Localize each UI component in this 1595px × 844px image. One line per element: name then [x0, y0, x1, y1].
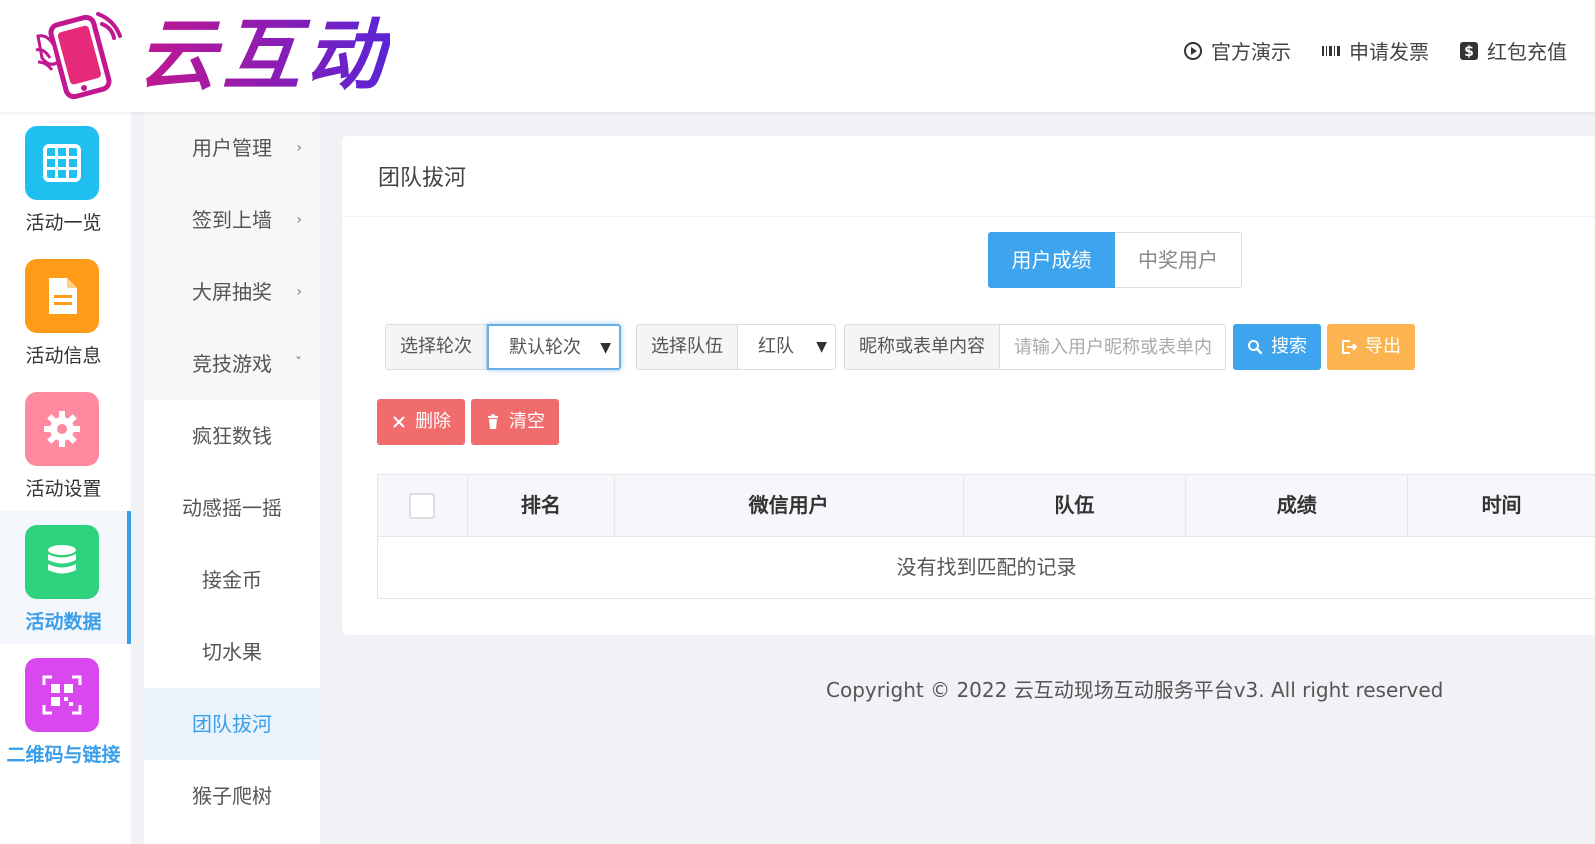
page-title: 团队拔河 [378, 166, 467, 191]
search-button-label: 搜索 [1271, 336, 1307, 357]
svg-text:$: $ [1464, 44, 1474, 60]
sidebar-item-activity-info[interactable]: 活动信息 [0, 245, 131, 378]
select-all-cell [378, 475, 468, 536]
column-header-score[interactable]: 成绩 [1186, 475, 1409, 536]
results-table: 排名 微信用户 队伍 成绩 时间 没有找到匹配的记录 [377, 474, 1595, 599]
submenu-item-catch-coins[interactable]: 接金币 [144, 544, 320, 616]
brand-logo[interactable]: 云互动 [28, 6, 398, 106]
phone-hand-icon [35, 12, 122, 100]
submenu-item-tug-of-war[interactable]: 团队拔河 [144, 688, 320, 760]
sidebar-item-activity-data[interactable]: 活动数据 [0, 511, 131, 644]
qrcode-icon-tile [25, 658, 99, 732]
sidebar-item-activity-list[interactable]: 活动一览 [0, 112, 131, 245]
clear-button-label: 清空 [509, 411, 545, 432]
submenu-item-user-management[interactable]: 用户管理 › [144, 112, 320, 184]
submenu-item-label: 签到上墙 [192, 208, 272, 232]
clear-button[interactable]: 清空 [471, 399, 559, 445]
submenu-item-crazy-count-money[interactable]: 疯狂数钱 [144, 400, 320, 472]
copyright-footer: Copyright © 2022 云互动现场互动服务平台v3. All righ… [826, 678, 1444, 702]
round-select-label: 选择轮次 [385, 324, 487, 370]
submenu-item-competitive-games[interactable]: 竞技游戏 ˇ [144, 328, 320, 400]
chevron-right-icon: › [296, 212, 302, 228]
chevron-right-icon: › [296, 140, 302, 156]
submenu-item-label: 竞技游戏 [192, 352, 272, 376]
gear-icon [44, 411, 80, 447]
dollar-icon: $ [1460, 41, 1478, 60]
caret-down-icon: ▼ [816, 339, 827, 355]
qrcode-icon [42, 675, 82, 715]
table-header: 排名 微信用户 队伍 成绩 时间 [378, 475, 1595, 537]
export-icon [1342, 340, 1357, 354]
export-button[interactable]: 导出 [1327, 324, 1415, 370]
submenu-item-big-screen-lottery[interactable]: 大屏抽奖 › [144, 256, 320, 328]
tab-user-scores[interactable]: 用户成绩 [988, 232, 1115, 288]
delete-button-label: 删除 [415, 411, 451, 432]
icon-sidebar: 活动一览 活动信息 活动设置 活动数据 二维码与链接 [0, 112, 131, 844]
team-select-label: 选择队伍 [636, 324, 738, 370]
submenu-item-signin-wall[interactable]: 签到上墙 › [144, 184, 320, 256]
sidebar-item-activity-settings[interactable]: 活动设置 [0, 378, 131, 511]
database-icon-tile [25, 525, 99, 599]
sidebar-item-label: 活动数据 [25, 611, 102, 633]
grid-icon [43, 144, 81, 182]
keyword-search-input[interactable] [1000, 324, 1226, 370]
trash-icon [488, 414, 498, 429]
red-packet-recharge-label: 红包充值 [1487, 40, 1567, 64]
apply-invoice-link[interactable]: 申请发票 [1321, 36, 1429, 65]
team-select[interactable]: 红队 ▼ [738, 324, 836, 370]
document-icon-tile [25, 259, 99, 333]
database-icon [48, 545, 76, 574]
sidebar-item-qrcode-links[interactable]: 二维码与链接 [0, 644, 131, 777]
round-select[interactable]: 默认轮次 ▼ [487, 324, 621, 370]
submenu-item-label: 用户管理 [192, 136, 272, 160]
export-button-label: 导出 [1365, 336, 1401, 357]
result-tabs: 用户成绩 中奖用户 [988, 232, 1242, 288]
gear-icon-tile [25, 392, 99, 466]
title-divider [342, 216, 1595, 217]
official-demo-label: 官方演示 [1211, 40, 1291, 64]
apply-invoice-label: 申请发票 [1349, 40, 1429, 64]
top-header: 云互动 官方演示 申请发票 $ 红包充值 [0, 0, 1595, 112]
column-header-team[interactable]: 队伍 [964, 475, 1187, 536]
brand-name: 云互动 [138, 6, 390, 106]
top-links: 官方演示 申请发票 $ 红包充值 [1183, 36, 1567, 65]
caret-down-icon: ▼ [600, 340, 611, 356]
sidebar-item-label: 活动一览 [25, 212, 102, 234]
red-packet-recharge-link[interactable]: $ 红包充值 [1459, 36, 1567, 65]
delete-button[interactable]: 删除 [377, 399, 465, 445]
sidebar-item-label: 二维码与链接 [6, 744, 121, 766]
grid-icon-tile [25, 126, 99, 200]
search-button[interactable]: 搜索 [1233, 324, 1321, 370]
filter-bar: 选择轮次 默认轮次 ▼ 选择队伍 红队 ▼ 昵称或表单内容 搜索 导出 [385, 324, 1415, 370]
search-icon [1248, 340, 1263, 355]
tab-winning-users[interactable]: 中奖用户 [1115, 232, 1242, 288]
submenu-item-label: 大屏抽奖 [192, 280, 272, 304]
table-actions: 删除 清空 [377, 399, 559, 445]
close-icon [393, 416, 405, 428]
document-icon [49, 278, 77, 314]
column-header-time[interactable]: 时间 [1408, 475, 1595, 536]
column-header-rank[interactable]: 排名 [468, 475, 615, 536]
content-panel: 团队拔河 用户成绩 中奖用户 选择轮次 默认轮次 ▼ 选择队伍 红队 ▼ 昵称或… [342, 136, 1595, 635]
empty-table-message: 没有找到匹配的记录 [896, 555, 1077, 579]
team-select-value: 红队 [758, 336, 794, 357]
column-header-wechat-user[interactable]: 微信用户 [615, 475, 964, 536]
submenu-item-monkey-climb[interactable]: 猴子爬树 [144, 760, 320, 832]
submenu-item-shake[interactable]: 动感摇一摇 [144, 472, 320, 544]
chevron-down-icon: ˇ [295, 356, 302, 372]
submenu: 用户管理 › 签到上墙 › 大屏抽奖 › 竞技游戏 ˇ 疯狂数钱 动感摇一摇 接… [144, 112, 320, 844]
chevron-right-icon: › [296, 284, 302, 300]
sidebar-item-label: 活动设置 [25, 478, 102, 500]
barcode-icon [1322, 45, 1340, 56]
official-demo-link[interactable]: 官方演示 [1183, 36, 1291, 65]
submenu-item-cut-fruit[interactable]: 切水果 [144, 616, 320, 688]
select-all-checkbox[interactable] [409, 492, 436, 519]
round-select-value: 默认轮次 [509, 337, 581, 358]
keyword-input-label: 昵称或表单内容 [844, 324, 1000, 370]
sidebar-item-label: 活动信息 [25, 345, 102, 367]
play-circle-icon [1184, 41, 1202, 60]
